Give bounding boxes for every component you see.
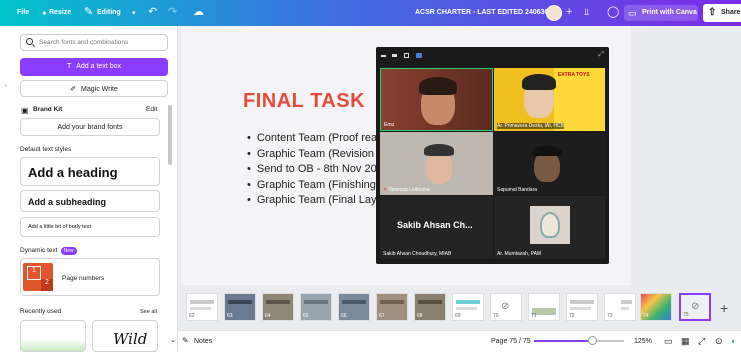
page-thumbnail[interactable]: 74 xyxy=(640,293,672,321)
pages-view-icon[interactable]: ▭ xyxy=(664,336,673,347)
bullet-item: Send to OB - 8th Nov 20 xyxy=(247,163,377,179)
sidebar-scrollbar[interactable] xyxy=(168,105,172,165)
document-title[interactable]: ACSR CHARTER - LAST EDITED 240630 xyxy=(415,9,548,16)
video-call-window[interactable]: ⤢ Emu EXTRA TOYS Ar. Primavera Desta, IA… xyxy=(376,47,609,264)
zoom-slider[interactable] xyxy=(534,340,624,342)
editing-mode-button[interactable]: Editing xyxy=(97,9,121,16)
resize-button[interactable]: Resize xyxy=(49,9,71,16)
page-thumbnail[interactable]: 73 xyxy=(604,293,636,321)
see-all-link[interactable]: See all xyxy=(140,309,157,315)
undo-icon[interactable]: ↶ xyxy=(148,6,157,18)
share-button[interactable]: ⇧ Share xyxy=(703,4,741,22)
search-icon xyxy=(26,38,33,45)
page-thumbnail[interactable]: 65 xyxy=(300,293,332,321)
participant-tile[interactable]: EXTRA TOYS Ar. Primavera Desta, IAI, HCB xyxy=(494,68,605,131)
brand-kit-edit-link[interactable]: Edit xyxy=(146,106,157,113)
help-icon[interactable]: ⊙ xyxy=(715,336,723,347)
assistant-icon[interactable]: ◐ xyxy=(731,336,736,346)
magic-write-button[interactable]: ✐ Magic Write xyxy=(20,80,168,97)
chevron-down-icon: ▾ xyxy=(132,10,136,17)
notes-icon[interactable]: ✎ xyxy=(182,336,189,345)
top-bar: File ✦ Resize ✎ Editing ▾ ↶ ↷ ☁ ACSR CHA… xyxy=(0,0,741,26)
brand-kit-icon: ▣ xyxy=(21,106,29,115)
page-thumbnail[interactable]: 66 xyxy=(338,293,370,321)
slide-bullets[interactable]: Content Team (Proof rea Graphic Team (Re… xyxy=(247,132,377,210)
file-menu[interactable]: File xyxy=(17,9,29,16)
collapse-panel-icon[interactable]: ⌄ xyxy=(170,336,176,344)
add-page-button[interactable]: + xyxy=(720,300,728,316)
brand-kit-label: Brand Kit xyxy=(33,106,63,113)
cloud-sync-icon[interactable]: ☁ xyxy=(193,6,204,18)
redo-icon[interactable]: ↷ xyxy=(168,6,177,18)
zoom-slider-handle[interactable] xyxy=(588,336,597,345)
add-collaborator-icon[interactable]: + xyxy=(566,6,572,18)
participant-tile[interactable]: Ar. Mumtazah, PAM xyxy=(494,196,605,259)
window-controls[interactable] xyxy=(381,53,422,59)
page-thumbnail[interactable]: 72 xyxy=(566,293,598,321)
share-icon: ⇧ xyxy=(708,7,717,18)
hidden-page-icon: ⊘ xyxy=(691,301,700,312)
search-input[interactable]: Search fonts and combinations xyxy=(20,34,168,51)
hidden-page-icon: ⊘ xyxy=(501,301,510,312)
participant-tile[interactable]: Sapumal Bandara xyxy=(494,132,605,195)
print-with-canva-button[interactable]: ▭ Print with Canva xyxy=(624,5,698,21)
comment-icon[interactable]: ◯ xyxy=(607,6,619,18)
truck-icon: ▭ xyxy=(628,8,637,18)
side-rail: › xyxy=(0,26,13,352)
page-thumbnail[interactable]: 62 xyxy=(186,293,218,321)
page-thumbnail[interactable]: 63 xyxy=(224,293,256,321)
rail-dot-icon[interactable]: › xyxy=(5,83,7,89)
page-thumbnail[interactable]: 67 xyxy=(376,293,408,321)
page-thumbnail[interactable]: ⊘ 70 xyxy=(490,293,522,321)
participant-tile[interactable]: ✕ Vanessa Ledesma xyxy=(380,132,493,195)
user-avatar[interactable] xyxy=(546,5,562,21)
page-thumbnail-selected[interactable]: ⊘ 75 xyxy=(679,293,711,321)
add-heading-button[interactable]: Add a heading xyxy=(20,157,160,186)
add-text-box-button[interactable]: T Add a text box xyxy=(20,58,168,76)
zoom-level[interactable]: 125% xyxy=(634,338,652,345)
text-icon: T xyxy=(66,63,72,70)
default-text-styles-heading: Default text styles xyxy=(20,146,72,153)
recently-used-heading: Recently used xyxy=(20,308,62,315)
muted-mic-icon: ✕ xyxy=(383,187,388,193)
grid-view-icon[interactable]: ▦ xyxy=(681,336,690,347)
add-subheading-button[interactable]: Add a subheading xyxy=(20,190,160,212)
add-brand-fonts-button[interactable]: Add your brand fonts xyxy=(20,118,160,136)
page-thumbnail[interactable]: 69 xyxy=(452,293,484,321)
slide-title[interactable]: FINAL TASK xyxy=(243,90,365,113)
recent-font-card[interactable] xyxy=(20,320,86,352)
page-numbers-label: Page numbers xyxy=(62,275,105,282)
page-thumbnail[interactable]: 71 xyxy=(528,293,560,321)
bottom-bar: ✎ Notes Page 75 / 75 125% ▭ ▦ ⤢ ⊙ ◐ xyxy=(178,330,741,352)
analytics-icon[interactable]: ⫫ xyxy=(584,6,589,18)
page-indicator[interactable]: Page 75 / 75 xyxy=(491,338,531,345)
recent-font-wild[interactable]: Wild xyxy=(92,320,158,352)
pencil-icon: ✎ xyxy=(84,6,94,18)
participant-tile[interactable]: Emu xyxy=(380,68,493,131)
new-badge: New xyxy=(60,247,77,255)
bullet-item: Graphic Team (Revision xyxy=(247,148,377,164)
page-thumbnail[interactable]: 64 xyxy=(262,293,294,321)
participant-tile[interactable]: Sakib Ahsan Ch... Sakib Ahsan Choudhury,… xyxy=(380,196,493,259)
page-thumbnail[interactable]: 68 xyxy=(414,293,446,321)
page-numbers-preview: 1 2 xyxy=(23,263,53,291)
dynamic-text-heading: Dynamic text New xyxy=(20,247,77,255)
magic-pen-icon: ✐ xyxy=(70,86,77,93)
fullscreen-icon[interactable]: ⤢ xyxy=(698,336,705,347)
star-icon: ✦ xyxy=(41,9,48,18)
expand-icon[interactable]: ⤢ xyxy=(598,51,604,59)
bullet-item: Graphic Team (Finishing xyxy=(247,179,377,195)
add-body-text-button[interactable]: Add a little bit of body text xyxy=(20,217,160,237)
bullet-item: Graphic Team (Final Lay xyxy=(247,194,377,210)
notes-button[interactable]: Notes xyxy=(194,338,212,345)
bullet-item: Content Team (Proof rea xyxy=(247,132,377,148)
